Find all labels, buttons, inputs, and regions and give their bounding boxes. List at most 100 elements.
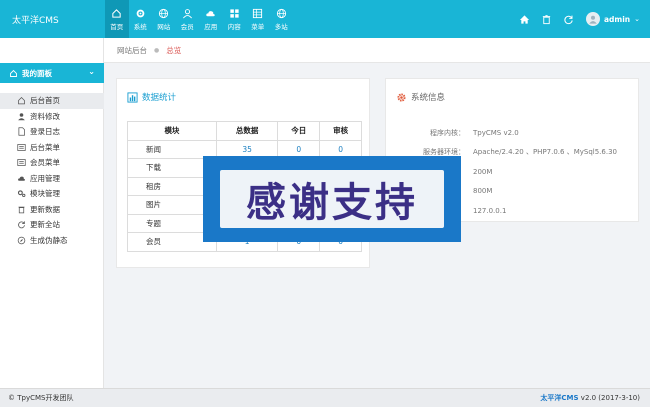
cloud-icon: [206, 10, 215, 16]
footer-brand-link[interactable]: 太平洋CMS: [540, 394, 578, 402]
user-icon: [182, 8, 192, 18]
grid-icon: [230, 8, 239, 18]
sidebar-item-update-data[interactable]: 更新数据: [0, 202, 104, 218]
topnav-item-home[interactable]: 首页: [105, 0, 129, 38]
sidebar-list: 后台首页 资料修改 登录日志 后台菜单 会员菜单 应用管理 模块管理 更新数据: [0, 93, 104, 248]
sidebar-item-dashboard[interactable]: 后台首页: [0, 93, 104, 109]
topnav-item-content[interactable]: 内容: [223, 0, 247, 38]
sidebar-header-label: 我的面板: [22, 68, 52, 78]
topnav-label: 系统: [133, 22, 147, 31]
sysinfo-panel-title: 系统信息: [396, 91, 445, 103]
sysinfo-title: 系统信息: [411, 93, 446, 103]
info-value: Apache/2.4.20 、PHP7.0.6 、MySql5.6.30: [473, 148, 617, 157]
sidebar-item-member-menu[interactable]: 会员菜单: [0, 155, 104, 171]
user-icon: [17, 112, 26, 121]
info-row: 程序内核： TpyCMS v2.0: [386, 123, 644, 143]
breadcrumb-current: 总览: [166, 45, 182, 55]
sidebar-item-label: 登录日志: [30, 127, 60, 137]
column-header: 总数据: [215, 121, 279, 141]
list-icon: [17, 158, 26, 167]
sidebar-item-app-manage[interactable]: 应用管理: [0, 171, 104, 187]
topnav-label: 多站: [274, 22, 288, 31]
column-header: 今日: [277, 121, 321, 141]
app-title[interactable]: 太平洋CMS: [12, 13, 59, 26]
footer-copyright: © TpyCMS开发团队: [8, 394, 74, 402]
topnav-label: 首页: [110, 22, 124, 31]
sidebar-item-label: 模块管理: [30, 189, 60, 199]
column-header: 模块: [127, 121, 217, 141]
info-value: 127.0.0.1: [473, 206, 507, 215]
sidebar-item-label: 会员菜单: [30, 158, 60, 168]
sidebar-item-label: 更新数据: [30, 204, 60, 214]
sidebar-header[interactable]: 我的面板 ⌄: [0, 63, 104, 83]
refresh-icon[interactable]: [563, 14, 574, 25]
sidebar-item-label: 应用管理: [30, 173, 60, 183]
cloud-icon: [17, 174, 26, 183]
username[interactable]: admin: [604, 15, 630, 24]
breadcrumb-separator: ●: [154, 46, 160, 54]
table-header-row: 模块 总数据 今日 审核: [127, 121, 362, 141]
globe-icon: [159, 8, 169, 18]
table-icon: [253, 8, 263, 18]
sidebar: 我的面板 ⌄ 后台首页 资料修改 登录日志 后台菜单 会员菜单 应用管理 模块管…: [0, 38, 104, 388]
sidebar-item-label: 更新全站: [30, 220, 60, 230]
home-icon: [112, 8, 121, 18]
top-nav: 首页 系统 网站 会员 应用 内容 菜单 多站: [105, 0, 293, 38]
sidebar-item-login-log[interactable]: 登录日志: [0, 124, 104, 140]
footer-version-text: v2.0 (2017-3-10): [578, 394, 640, 402]
sidebar-item-label: 后台首页: [30, 96, 60, 106]
sidebar-item-profile[interactable]: 资料修改: [0, 109, 104, 125]
footer: © TpyCMS开发团队 太平洋CMS v2.0 (2017-3-10): [0, 388, 650, 407]
home-icon[interactable]: [519, 14, 530, 25]
column-header: 审核: [319, 121, 362, 141]
info-value: 200M: [473, 167, 493, 176]
sidebar-item-module-manage[interactable]: 模块管理: [0, 186, 104, 202]
bar-chart-icon: [127, 91, 138, 103]
topnav-label: 菜单: [251, 22, 265, 31]
user-icon: [589, 15, 597, 24]
topnav-item-apps[interactable]: 应用: [199, 0, 223, 38]
thanks-banner-inner: 感谢支持: [220, 170, 444, 228]
thanks-banner-text: 感谢支持: [246, 180, 418, 226]
gears-icon: [17, 189, 26, 198]
chevron-down-icon[interactable]: ⌄: [634, 15, 640, 23]
topnav-label: 网站: [157, 22, 171, 31]
gear-icon: [136, 9, 145, 17]
footer-version: 太平洋CMS v2.0 (2017-3-10): [540, 393, 640, 403]
topnav-item-website[interactable]: 网站: [152, 0, 176, 38]
home-icon: [17, 96, 26, 105]
sidebar-item-admin-menu[interactable]: 后台菜单: [0, 140, 104, 156]
topnav-item-menu[interactable]: 菜单: [246, 0, 270, 38]
stats-panel-title: 数据统计: [127, 91, 176, 103]
chevron-down-icon: ⌄: [88, 67, 95, 76]
topnav-item-multisite[interactable]: 多站: [270, 0, 294, 38]
sidebar-item-label: 生成伪静态: [30, 235, 68, 245]
sidebar-item-pseudo-static[interactable]: 生成伪静态: [0, 233, 104, 249]
list-icon: [17, 143, 26, 152]
top-bar: 太平洋CMS 首页 系统 网站 会员 应用 内容 菜单 多站 admin ⌄: [0, 0, 650, 38]
info-value: 800M: [473, 187, 493, 196]
topnav-label: 应用: [204, 22, 218, 31]
file-icon: [17, 127, 26, 136]
breadcrumb-root[interactable]: 网站后台: [117, 45, 147, 56]
stats-title: 数据统计: [142, 93, 177, 103]
topnav-item-system[interactable]: 系统: [129, 0, 153, 38]
topnav-label: 内容: [227, 22, 241, 31]
breadcrumb: 网站后台 ● 总览: [104, 38, 650, 63]
globe-icon: [276, 8, 286, 18]
compass-icon: [17, 236, 26, 245]
trash-icon[interactable]: [541, 14, 552, 25]
gear-icon: [397, 92, 406, 102]
top-right-tools: admin ⌄: [508, 0, 640, 38]
refresh-icon: [17, 220, 26, 229]
sidebar-item-update-site[interactable]: 更新全站: [0, 217, 104, 233]
thanks-banner[interactable]: 感谢支持: [203, 156, 461, 242]
info-value: TpyCMS v2.0: [473, 128, 519, 137]
topnav-item-member[interactable]: 会员: [176, 0, 200, 38]
home-icon: [10, 69, 17, 77]
sidebar-item-label: 后台菜单: [30, 142, 60, 152]
avatar[interactable]: [585, 12, 600, 26]
info-key: 程序内核：: [430, 128, 465, 137]
sidebar-item-label: 资料修改: [30, 111, 60, 121]
topnav-label: 会员: [180, 22, 194, 31]
